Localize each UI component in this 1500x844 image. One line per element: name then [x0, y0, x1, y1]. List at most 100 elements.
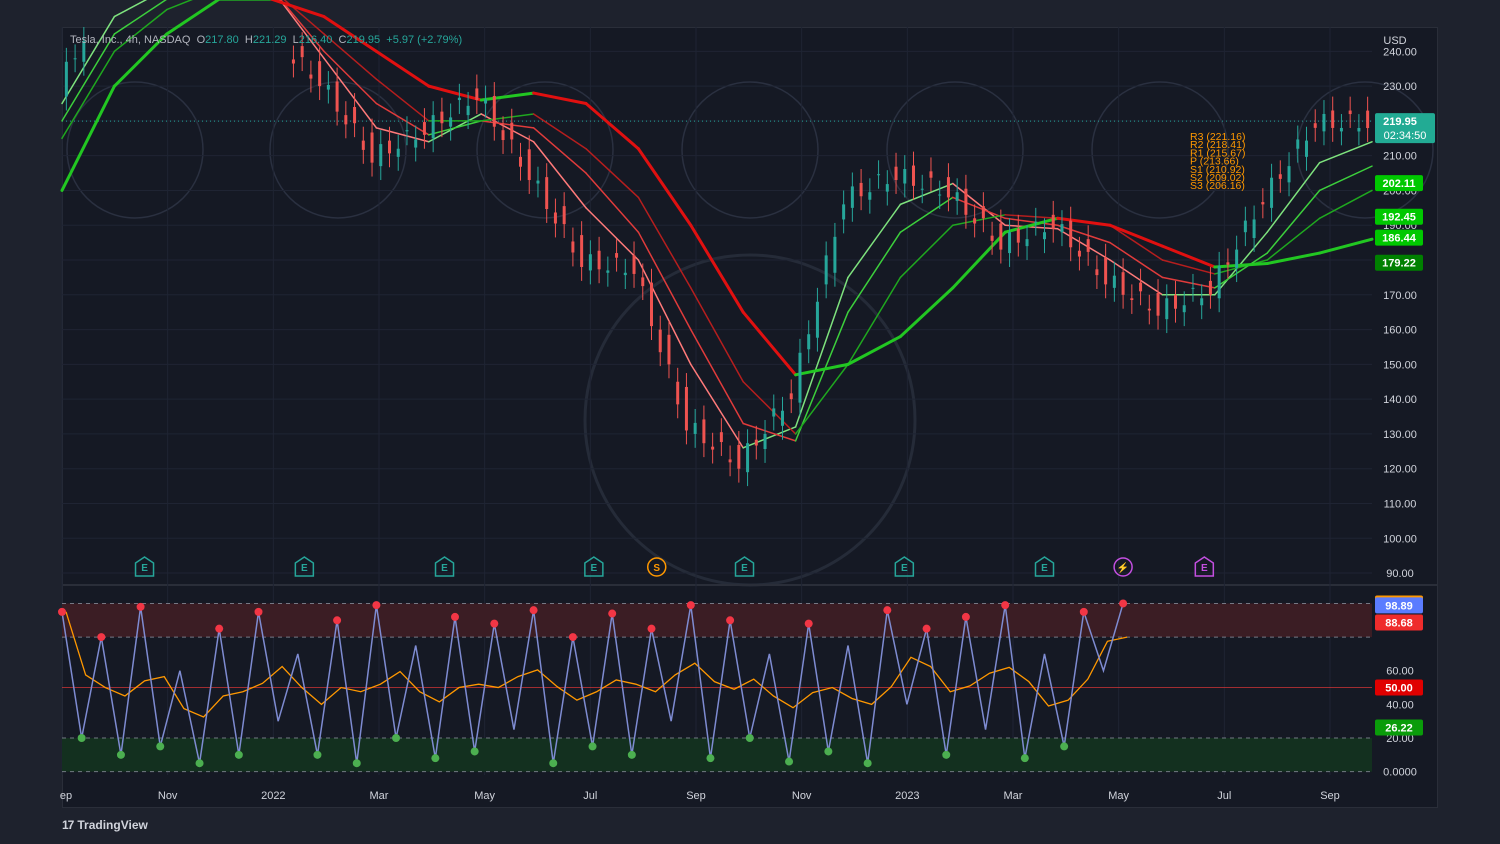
ribbon-trend-segment — [270, 0, 326, 19]
candle-body — [571, 241, 575, 253]
watermark-crest-2 — [476, 81, 614, 219]
last-price-badge-label: 219.95 — [1383, 116, 1417, 128]
price-tick-label: 160.00 — [1383, 325, 1417, 337]
candle-body — [1139, 282, 1143, 292]
candle-body — [326, 84, 330, 90]
chart-canvas[interactable]: E E E E S E E E ⚡ E R3 (221.16)R2 (218.41)R1 (215… — [0, 0, 1500, 844]
price-tick-label: 120.00 — [1383, 464, 1417, 476]
x-tick-label: Jul — [583, 790, 597, 802]
candle-body — [807, 334, 811, 350]
price-tick-label: 210.00 — [1383, 151, 1417, 163]
candle-body — [1296, 139, 1300, 149]
oversold-dot — [785, 757, 794, 766]
ribbon-slow-segment — [952, 214, 1006, 226]
price-tick-label: 90.00 — [1386, 568, 1414, 580]
candle-body — [405, 130, 409, 132]
candle-body — [781, 410, 784, 426]
candle-body — [1182, 305, 1186, 313]
legend-high: 221.29 — [252, 34, 287, 46]
candle-body — [1104, 257, 1108, 285]
price-tick-label: 110.00 — [1384, 498, 1417, 510]
candle-body — [396, 148, 400, 157]
candle-body — [859, 182, 863, 197]
candle-body — [1270, 177, 1274, 208]
oscillator-zones — [62, 602, 1372, 773]
candle-body — [545, 177, 549, 210]
candle-body — [527, 149, 531, 181]
candle-body — [466, 105, 470, 116]
candle-body — [789, 393, 793, 400]
overbought-dot — [726, 616, 735, 625]
candle-body — [964, 188, 968, 215]
candle-body — [64, 61, 68, 97]
candle-body — [501, 130, 505, 141]
candle-body — [1008, 232, 1012, 254]
candle-body — [737, 444, 741, 469]
overbought-dot — [1001, 601, 1010, 610]
overbought-dot — [490, 619, 499, 628]
candle-body — [1165, 298, 1169, 320]
candle-body — [650, 282, 653, 327]
price-tick-label: 100.00 — [1383, 533, 1417, 545]
currency-label: USD — [1383, 35, 1406, 47]
candle-body — [344, 115, 348, 125]
ribbon-mid-segment — [428, 120, 482, 136]
oversold-dot — [1020, 754, 1029, 763]
candle-body — [1147, 308, 1151, 311]
candle-body — [973, 218, 977, 224]
candle-body — [370, 132, 374, 163]
price-tick-label: 170.00 — [1383, 290, 1417, 302]
candle-body — [693, 422, 697, 434]
candle-body — [929, 171, 933, 178]
candle-body — [842, 204, 846, 220]
price-tick-label: 230.00 — [1383, 81, 1417, 93]
candle-body — [440, 111, 444, 124]
oversold-dot — [431, 754, 440, 763]
candle-body — [990, 235, 994, 241]
candle-body — [1130, 298, 1134, 301]
ribbon-fast-segment — [952, 182, 1006, 226]
candle-body — [746, 443, 750, 473]
candle-body — [492, 95, 496, 127]
legend-open-label: O — [196, 34, 206, 46]
x-tick-label: Mar — [1004, 790, 1023, 802]
event-marker-symbol: ⚡ — [1117, 561, 1129, 574]
oversold-dot — [627, 750, 636, 759]
candle-body — [1016, 228, 1020, 243]
candle-body — [1261, 202, 1265, 205]
series-layer — [58, 0, 1374, 768]
candle-body — [981, 206, 985, 219]
candle-body — [361, 140, 365, 150]
candle-body — [1287, 166, 1291, 183]
candle-body — [763, 433, 767, 449]
overbought-dot — [97, 633, 106, 642]
candle-body — [877, 174, 881, 176]
candle-body — [632, 255, 636, 274]
candle-body — [833, 236, 837, 273]
candle-body — [1366, 110, 1370, 129]
candle-body — [510, 122, 514, 140]
oversold-dot — [470, 747, 479, 756]
ribbon-trend-segment — [427, 84, 483, 102]
candle-body — [1252, 219, 1256, 238]
candle-body — [676, 381, 680, 405]
overbought-dot — [608, 609, 617, 618]
candle-body — [641, 277, 645, 287]
oversold-zone — [62, 738, 1372, 772]
candle-body — [1077, 250, 1081, 257]
candle-body — [1051, 214, 1055, 229]
ribbon-fast-segment — [61, 15, 116, 105]
legend-high-label: H — [244, 34, 253, 46]
tradingview-brand[interactable]: 17 TradingView — [62, 818, 148, 832]
legend-low: 216.40 — [298, 34, 333, 46]
candle-body — [1322, 113, 1326, 132]
overbought-dot — [883, 606, 892, 615]
candle-body — [815, 301, 819, 338]
legend-change: +5.97 (+2.79%) — [386, 34, 463, 46]
candle-body — [946, 177, 950, 198]
candle-body — [920, 188, 924, 190]
candle-body — [754, 439, 758, 446]
x-tick-label: 2023 — [895, 790, 919, 802]
candle-body — [1331, 110, 1335, 128]
ribbon-fast-segment — [1109, 259, 1164, 296]
